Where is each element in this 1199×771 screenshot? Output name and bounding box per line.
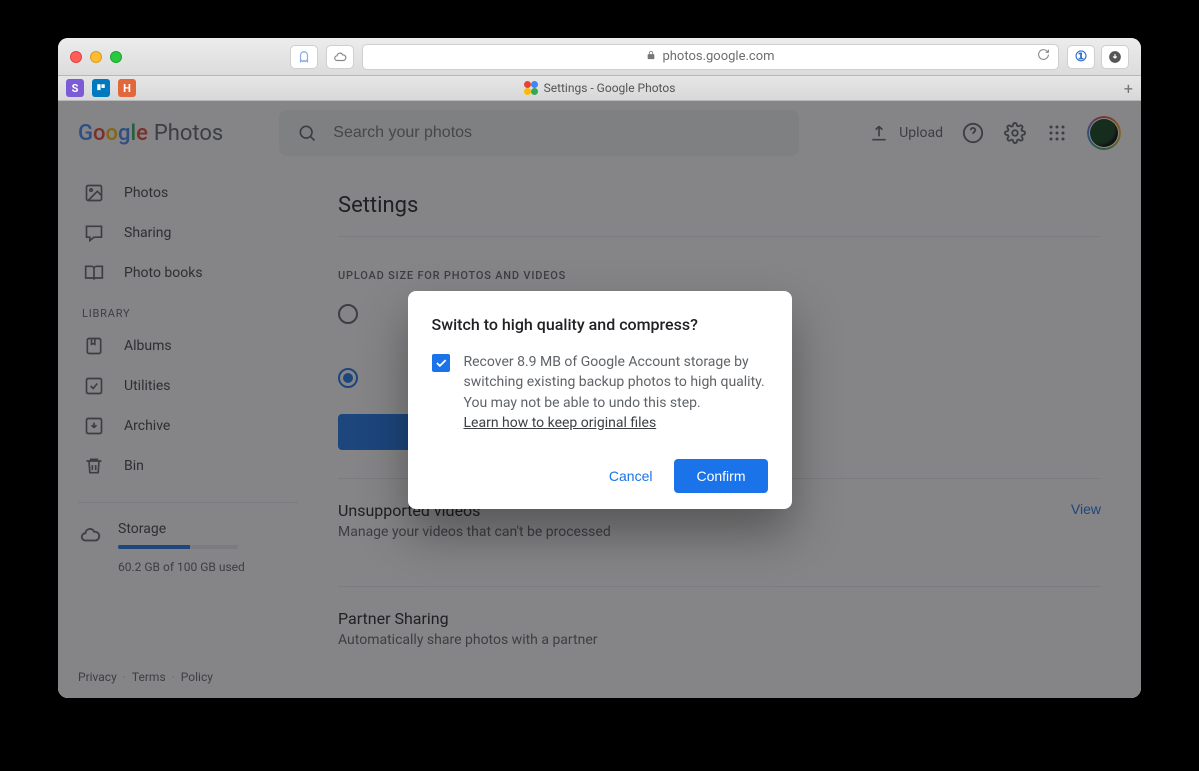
dialog-title: Switch to high quality and compress? (432, 315, 768, 334)
google-photos-favicon (524, 81, 538, 95)
url-text: photos.google.com (662, 49, 774, 64)
titlebar: photos.google.com ① (58, 38, 1141, 76)
tab-title: Settings - Google Photos (58, 81, 1141, 95)
google-photos-app: Google Photos Upload (58, 101, 1141, 698)
extension-1password-icon[interactable]: ① (1067, 45, 1095, 69)
modal-overlay[interactable]: Switch to high quality and compress? Rec… (58, 101, 1141, 698)
extension-ghostery-icon[interactable] (290, 45, 318, 69)
browser-window: photos.google.com ① S H Settings - Goo (58, 38, 1141, 698)
reload-icon[interactable] (1037, 48, 1050, 65)
cancel-button[interactable]: Cancel (597, 459, 665, 493)
close-window-button[interactable] (70, 51, 82, 63)
favorite-icon-1[interactable]: S (66, 79, 84, 97)
favorite-icon-h[interactable]: H (118, 79, 136, 97)
new-tab-button[interactable]: + (1124, 79, 1133, 98)
window-controls (70, 51, 122, 63)
learn-more-link[interactable]: Learn how to keep original files (464, 415, 657, 431)
fullscreen-window-button[interactable] (110, 51, 122, 63)
compress-dialog: Switch to high quality and compress? Rec… (408, 291, 792, 509)
address-bar[interactable]: photos.google.com (362, 44, 1059, 70)
dialog-body-text: Recover 8.9 MB of Google Account storage… (464, 352, 768, 433)
tab-bar: S H Settings - Google Photos + (58, 76, 1141, 101)
icloud-icon[interactable] (326, 45, 354, 69)
favorite-icon-trello[interactable] (92, 79, 110, 97)
minimize-window-button[interactable] (90, 51, 102, 63)
downloads-icon[interactable] (1101, 45, 1129, 69)
lock-icon (646, 50, 656, 63)
recover-storage-checkbox[interactable] (432, 354, 450, 372)
confirm-button[interactable]: Confirm (674, 459, 767, 493)
